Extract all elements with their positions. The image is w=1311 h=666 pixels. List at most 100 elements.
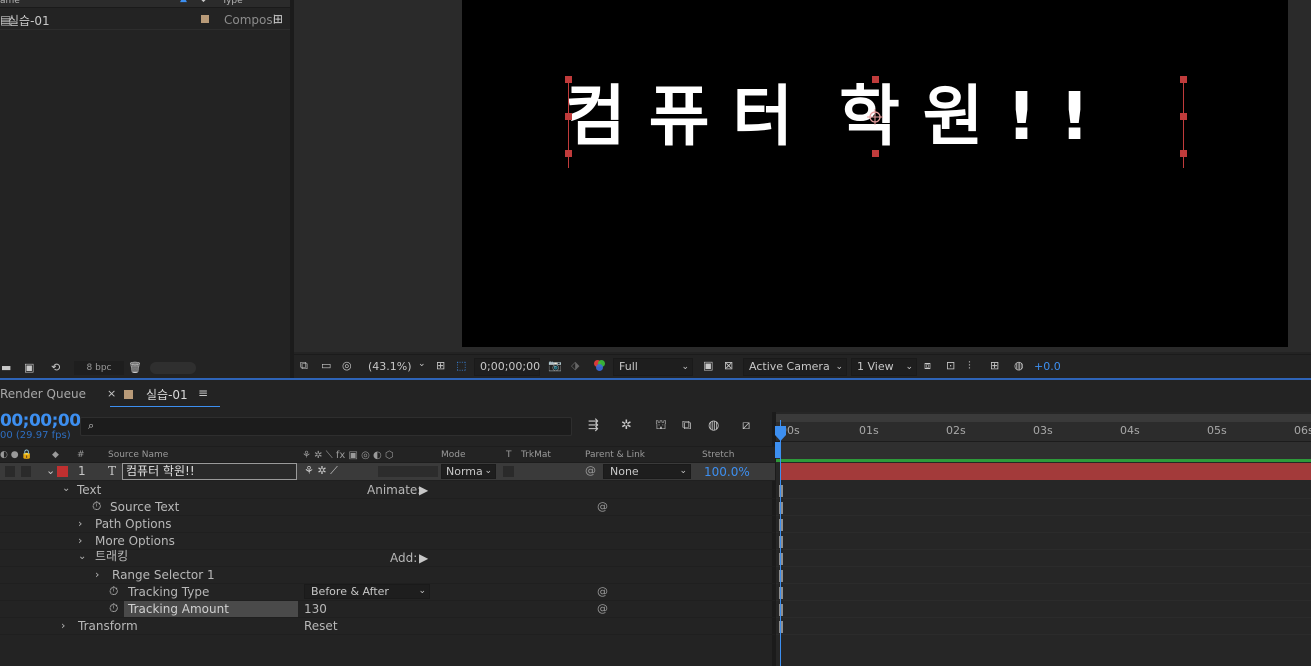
label-tag-icon[interactable]: ◆: [200, 0, 207, 4]
timeline-timecode[interactable]: 00;00;00: [0, 411, 81, 431]
parent-link-header[interactable]: Parent & Link: [585, 450, 645, 460]
tracking-amount-value[interactable]: 130: [304, 602, 327, 617]
project-settings-icon[interactable]: ⟲: [51, 361, 60, 375]
graph-editor-icon[interactable]: ⧄: [742, 419, 750, 433]
label-tag-icon[interactable]: ◆: [52, 450, 59, 460]
source-name-header[interactable]: Source Name: [108, 450, 168, 460]
chevron-right-icon[interactable]: ›: [78, 517, 82, 530]
resolution-dropdown[interactable]: Full ⌄: [613, 358, 693, 376]
layer-switches-header[interactable]: ⚘ ✲ ⟍ fx ▣ ◎ ◐ ⬡: [302, 450, 394, 461]
property-row-transform[interactable]: › Transform Reset: [0, 618, 775, 635]
work-area-bar[interactable]: [776, 414, 1311, 422]
stopwatch-icon[interactable]: ⏱: [109, 601, 118, 616]
layer-duration-bar[interactable]: [780, 463, 1311, 480]
color-channel-icon[interactable]: [593, 359, 606, 372]
tab-render-queue[interactable]: Render Queue: [0, 387, 86, 401]
preserve-transparency-toggle[interactable]: [503, 466, 514, 477]
stopwatch-icon[interactable]: ⏱: [92, 499, 101, 514]
view-layout-dropdown[interactable]: 1 View ⌄: [851, 358, 917, 376]
toggle-pixel-aspect-icon[interactable]: ⧈: [924, 359, 931, 373]
blend-mode-dropdown[interactable]: Norma ⌄: [441, 464, 496, 479]
snapshot-camera-icon[interactable]: 📷: [548, 359, 562, 373]
composition-text-layer[interactable]: 컴 퓨 터 학 원 ! !: [565, 74, 1205, 164]
anchor-point-icon[interactable]: [866, 108, 884, 126]
bit-depth-button[interactable]: 8 bpc: [74, 361, 124, 375]
comp-mini-flowchart-icon[interactable]: ⇶: [588, 419, 599, 433]
timeline-icon[interactable]: ⫶: [968, 359, 971, 373]
monitor-icon[interactable]: ▭: [321, 359, 331, 373]
name-column-label[interactable]: ame: [0, 0, 20, 6]
property-row-path-options[interactable]: › Path Options: [0, 516, 775, 533]
tab-composition[interactable]: 실습-01: [146, 386, 188, 403]
chevron-down-icon[interactable]: ⌄: [62, 483, 70, 494]
layer-name-field[interactable]: 컴퓨터 학원!!: [122, 463, 297, 480]
chevron-right-icon[interactable]: ›: [61, 619, 65, 632]
property-row-more-options[interactable]: › More Options: [0, 533, 775, 550]
add-menu-icon[interactable]: ▶: [419, 551, 428, 565]
av-switches-icon[interactable]: ◐ ● 🔒: [0, 450, 33, 460]
transparency-grid-icon[interactable]: ⊠: [724, 359, 733, 373]
composition-canvas[interactable]: [462, 0, 1288, 347]
chevron-down-icon[interactable]: ⌄: [78, 551, 86, 562]
t-header[interactable]: T: [506, 450, 512, 460]
transform-reset-link[interactable]: Reset: [304, 619, 338, 634]
flowchart-icon[interactable]: ⊞: [990, 359, 999, 373]
new-composition-icon[interactable]: ▣: [24, 361, 34, 375]
pick-whip-icon[interactable]: @: [597, 585, 608, 598]
chevron-down-icon[interactable]: ⌄: [46, 464, 55, 477]
trkmat-header[interactable]: TrkMat: [521, 450, 551, 460]
label-color-swatch[interactable]: [201, 15, 209, 23]
shy-layers-icon[interactable]: ⛫: [655, 419, 667, 433]
animate-menu-icon[interactable]: ▶: [419, 483, 428, 497]
property-row-animator[interactable]: ⌄ 트래킹 Add: ▶: [0, 549, 775, 567]
show-snapshot-icon[interactable]: ⬗: [571, 359, 579, 373]
video-switch[interactable]: [5, 466, 15, 477]
reset-exposure-icon[interactable]: ◍: [1014, 359, 1024, 373]
solo-switch[interactable]: [21, 466, 31, 477]
bounding-handle[interactable]: [872, 150, 879, 157]
tracking-type-dropdown[interactable]: Before & After ⌄: [304, 584, 430, 599]
camera-dropdown[interactable]: Active Camera ⌄: [743, 358, 847, 376]
pick-whip-icon[interactable]: @: [597, 500, 608, 513]
project-item-name[interactable]: 실습-01: [8, 12, 50, 29]
grid-guides-icon[interactable]: ⊞: [436, 359, 445, 373]
layer-switch-slots[interactable]: [378, 466, 438, 477]
pick-whip-icon[interactable]: @: [585, 464, 596, 477]
property-row-range-selector[interactable]: › Range Selector 1: [0, 567, 775, 584]
motion-blur-icon[interactable]: ◍: [708, 419, 719, 433]
layer-label-color[interactable]: [57, 466, 68, 477]
flowchart-icon[interactable]: ⊞: [273, 12, 283, 26]
bounding-handle[interactable]: [872, 76, 879, 83]
type-column-label[interactable]: Type: [222, 0, 243, 6]
fast-draft-icon[interactable]: ⊡: [946, 359, 955, 373]
chevron-down-icon[interactable]: ⌄: [418, 359, 426, 369]
exposure-value[interactable]: +0.0: [1034, 360, 1061, 373]
current-time-field[interactable]: 0;00;00;00: [474, 358, 540, 376]
thumbnail-scroll[interactable]: [150, 362, 196, 374]
stretch-header[interactable]: Stretch: [702, 450, 734, 460]
new-folder-icon[interactable]: ▬: [1, 361, 11, 375]
stretch-value[interactable]: 100.0%: [704, 465, 750, 479]
sort-up-icon[interactable]: ▲: [180, 0, 187, 4]
playhead-line[interactable]: [780, 420, 781, 666]
trash-icon[interactable]: 🗑: [128, 361, 142, 375]
chevron-right-icon[interactable]: ›: [78, 534, 82, 547]
property-row-tracking-amount[interactable]: ⏱ Tracking Amount 130 @: [0, 601, 775, 618]
property-row-source-text[interactable]: ⏱ Source Text @: [0, 499, 775, 516]
frame-blending-icon[interactable]: ⧉: [682, 419, 691, 433]
region-of-interest-icon[interactable]: ⬚: [456, 359, 466, 373]
chevron-right-icon[interactable]: ›: [95, 568, 99, 581]
property-row-tracking-type[interactable]: ⏱ Tracking Type Before & After ⌄ @: [0, 584, 775, 601]
layer-number-header[interactable]: #: [77, 450, 85, 460]
project-item-row[interactable]: ▤ 실습-01 Composi ⊞: [0, 12, 290, 30]
property-row-text[interactable]: ⌄ Text Animate: ▶: [0, 482, 775, 499]
pick-whip-icon[interactable]: @: [597, 602, 608, 615]
zoom-dropdown[interactable]: (43.1%): [368, 360, 412, 373]
close-tab-icon[interactable]: ×: [107, 387, 116, 400]
parent-dropdown[interactable]: None ⌄: [603, 464, 691, 479]
mode-header[interactable]: Mode: [441, 450, 466, 460]
work-area-start[interactable]: [775, 442, 780, 458]
tab-menu-icon[interactable]: ≡: [198, 386, 208, 400]
stopwatch-icon[interactable]: ⏱: [109, 584, 118, 599]
layer-search-input[interactable]: ⌕: [80, 417, 572, 436]
